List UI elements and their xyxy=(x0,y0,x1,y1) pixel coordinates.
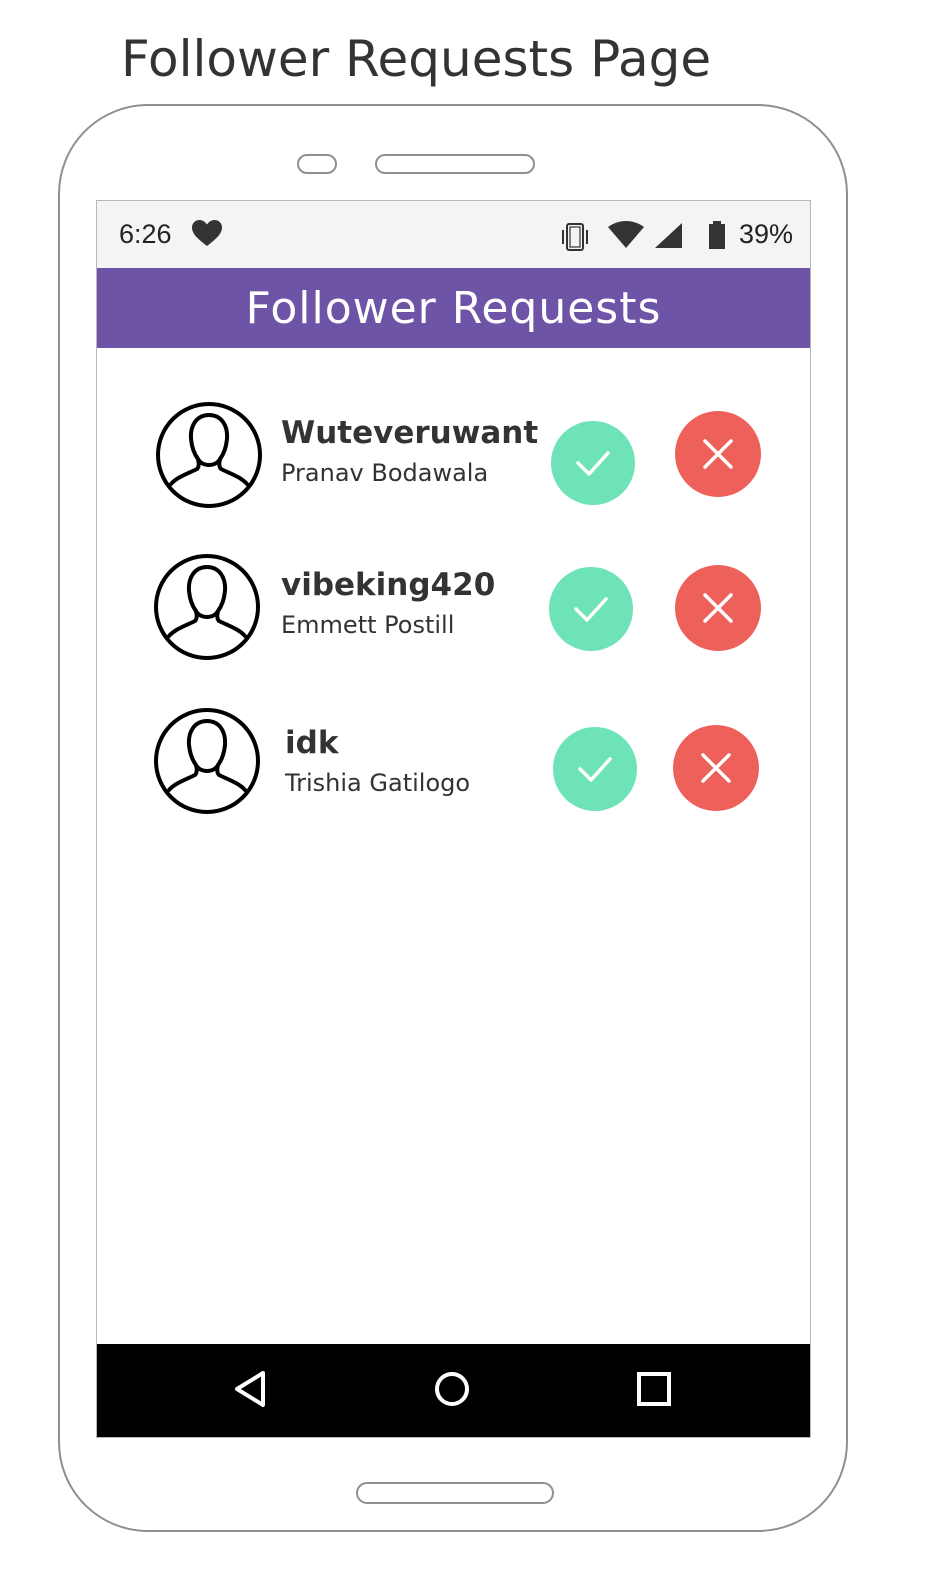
home-slot xyxy=(356,1482,554,1504)
battery-icon xyxy=(709,221,725,249)
request-name: Emmett Postill xyxy=(281,611,455,639)
check-icon xyxy=(574,597,608,622)
app-bar: Follower Requests xyxy=(97,268,810,348)
recents-icon[interactable] xyxy=(635,1370,673,1408)
earpiece-speaker xyxy=(375,154,535,174)
page-caption: Follower Requests Page xyxy=(121,30,712,88)
home-icon[interactable] xyxy=(433,1370,471,1408)
screen: 6:26 39% Follower Requests Wuteveruwant … xyxy=(96,200,811,1438)
request-name: Pranav Bodawala xyxy=(281,459,489,487)
signal-icon xyxy=(655,223,682,248)
request-row: idk Trishia Gatilogo xyxy=(97,707,810,817)
status-bar: 6:26 39% xyxy=(97,201,810,268)
wifi-icon xyxy=(608,221,644,248)
vibrate-icon xyxy=(562,223,588,251)
accept-button[interactable] xyxy=(553,727,637,811)
check-icon xyxy=(578,757,612,782)
reject-button[interactable] xyxy=(675,411,761,497)
front-sensor xyxy=(297,154,337,174)
battery-percent: 39% xyxy=(739,219,794,249)
reject-button[interactable] xyxy=(673,725,759,811)
request-username[interactable]: Wuteveruwant xyxy=(281,415,538,451)
reject-button[interactable] xyxy=(675,565,761,651)
avatar-icon xyxy=(154,708,260,814)
request-row: vibeking420 Emmett Postill xyxy=(97,553,810,663)
back-icon[interactable] xyxy=(233,1370,267,1408)
check-icon xyxy=(576,451,610,476)
status-time: 6:26 xyxy=(119,219,172,249)
close-icon xyxy=(701,753,731,783)
request-name: Trishia Gatilogo xyxy=(285,769,471,797)
avatar-icon xyxy=(154,554,260,660)
avatar-icon xyxy=(156,402,262,508)
accept-button[interactable] xyxy=(551,421,635,505)
navigation-bar xyxy=(97,1344,810,1437)
request-username[interactable]: vibeking420 xyxy=(281,567,495,603)
request-row: Wuteveruwant Pranav Bodawala xyxy=(97,401,810,511)
accept-button[interactable] xyxy=(549,567,633,651)
close-icon xyxy=(703,439,733,469)
request-username[interactable]: idk xyxy=(285,725,338,761)
heart-icon xyxy=(192,220,222,246)
close-icon xyxy=(703,593,733,623)
app-bar-title: Follower Requests xyxy=(245,282,662,334)
